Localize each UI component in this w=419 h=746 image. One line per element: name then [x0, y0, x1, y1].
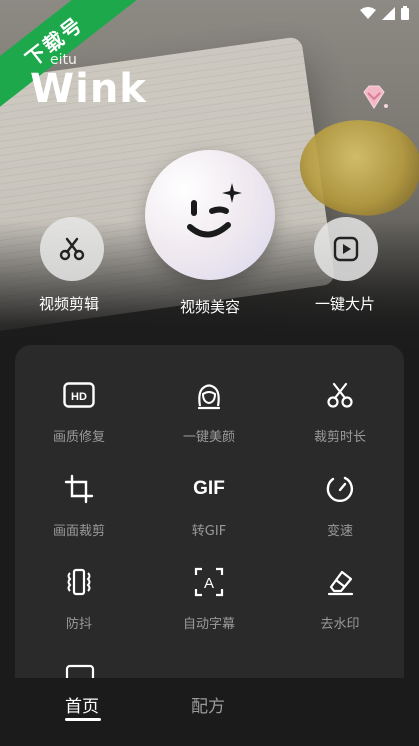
diamond-icon — [363, 85, 388, 109]
tool-one-click-beauty[interactable]: 一键美颜 — [154, 378, 264, 445]
status-bar — [360, 6, 409, 20]
signal-icon — [382, 6, 395, 20]
tool-remove-watermark[interactable]: 去水印 — [285, 565, 395, 632]
tool-speed[interactable]: 变速 — [285, 472, 395, 539]
battery-icon — [401, 6, 409, 20]
subtitle-icon: A — [194, 567, 224, 597]
tool-label: 画面裁剪 — [52, 524, 105, 539]
app-logo: Wink — [30, 66, 147, 112]
tool-frame-crop[interactable]: 画面裁剪 — [24, 472, 134, 539]
hd-icon: HD — [63, 382, 95, 408]
tool-label: 去水印 — [320, 617, 360, 632]
tool-label: 变速 — [326, 524, 353, 539]
crop-icon — [64, 474, 94, 504]
one-click-film-label: 一键大片 — [314, 295, 375, 313]
svg-text:HD: HD — [71, 391, 87, 403]
eraser-icon — [327, 570, 354, 596]
wifi-icon — [360, 6, 376, 19]
bottom-nav: 首页 配方 — [0, 678, 419, 746]
wink-face-icon — [187, 183, 242, 238]
tool-label: 防抖 — [65, 617, 92, 632]
stabilize-icon — [67, 568, 91, 596]
tool-label: 裁剪时长 — [313, 430, 366, 445]
nav-home[interactable]: 首页 — [65, 692, 99, 717]
gif-icon: GIF — [193, 478, 225, 499]
tool-trim-duration[interactable]: 裁剪时长 — [285, 378, 395, 445]
face-beauty-icon — [197, 384, 221, 410]
video-edit-button[interactable]: 视频剪辑 — [38, 217, 104, 314]
scissors-icon — [59, 237, 85, 261]
tool-to-gif[interactable]: GIF 转GIF — [154, 472, 264, 539]
tool-label: 画质修复 — [52, 430, 105, 445]
premium-button[interactable] — [358, 82, 390, 114]
tool-stabilize[interactable]: 防抖 — [24, 565, 134, 632]
play-icon — [333, 236, 359, 262]
tool-label: 一键美颜 — [182, 430, 235, 445]
video-frame-icon — [65, 664, 95, 686]
scissors-icon — [327, 382, 353, 408]
nav-recipes[interactable]: 配方 — [191, 692, 225, 717]
speedometer-icon — [326, 476, 354, 503]
svg-text:A: A — [204, 575, 214, 592]
nav-active-indicator — [65, 718, 101, 721]
one-click-film-button[interactable]: 一键大片 — [314, 217, 378, 314]
video-beauty-button[interactable]: 视频美容 — [145, 150, 275, 317]
video-beauty-label: 视频美容 — [179, 298, 240, 316]
tool-quality-repair[interactable]: HD 画质修复 — [24, 378, 134, 445]
tool-auto-subtitle[interactable]: A 自动字幕 — [154, 565, 264, 632]
tool-label: 转GIF — [191, 524, 227, 539]
video-edit-label: 视频剪辑 — [38, 295, 99, 313]
tool-label: 自动字幕 — [182, 617, 235, 632]
